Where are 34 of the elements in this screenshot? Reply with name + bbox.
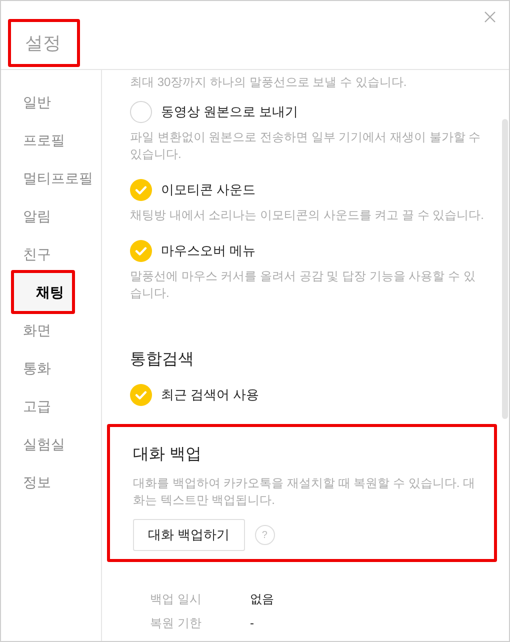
sidebar-item[interactable]: 프로필 bbox=[1, 121, 101, 159]
backup-button[interactable]: 대화 백업하기 bbox=[133, 519, 245, 551]
description-text: 최대 30장까지 하나의 말풍선으로 보낼 수 있습니다. bbox=[130, 74, 408, 91]
option-description: 파일 변환없이 원본으로 전송하면 일부 기기에서 재생이 불가할 수 있습니다. bbox=[130, 129, 482, 163]
option-description: 채팅방 내에서 소리나는 이모티콘의 사운드를 켜고 끌 수 있습니다. bbox=[130, 207, 486, 224]
option-label[interactable]: 이모티콘 사운드 bbox=[161, 180, 256, 200]
detail-value: 없음 bbox=[250, 591, 274, 608]
sidebar-item[interactable]: 친구 bbox=[1, 235, 101, 273]
detail-label: 백업 일시 bbox=[150, 591, 202, 608]
settings-title: 설정 bbox=[8, 19, 80, 67]
scrollbar-thumb[interactable] bbox=[502, 119, 508, 419]
backup-description: 대화를 백업하여 카카오톡을 재설치할 때 복원할 수 있습니다. 대화는 텍스트만 백업됩니다. bbox=[133, 475, 476, 509]
checked-circle-icon[interactable] bbox=[130, 384, 152, 406]
option-label[interactable]: 동영상 원본으로 보내기 bbox=[161, 102, 298, 122]
option-description: 말풍선에 마우스 커서를 올려서 공감 및 답장 기능을 사용할 수 있습니다. bbox=[130, 268, 476, 302]
checked-circle-icon[interactable] bbox=[130, 179, 152, 201]
section-heading: 대화 백업 bbox=[133, 445, 202, 465]
checked-circle-icon[interactable] bbox=[130, 240, 152, 262]
sidebar-item[interactable]: 채팅 bbox=[11, 270, 75, 314]
sidebar-item[interactable]: 화면 bbox=[1, 311, 101, 349]
option-label[interactable]: 마우스오버 메뉴 bbox=[161, 241, 256, 261]
sidebar-item[interactable]: 통화 bbox=[1, 349, 101, 387]
sidebar-item[interactable]: 멀티프로필 bbox=[1, 159, 101, 197]
help-button[interactable]: ? bbox=[254, 525, 275, 545]
detail-label: 복원 기한 bbox=[150, 615, 202, 632]
sidebar-item[interactable]: 고급 bbox=[1, 387, 101, 425]
close-icon[interactable] bbox=[484, 11, 496, 23]
option-label[interactable]: 최근 검색어 사용 bbox=[161, 385, 260, 405]
section-heading: 통합검색 bbox=[130, 350, 195, 370]
detail-value: - bbox=[250, 615, 254, 632]
sidebar-item[interactable]: 정보 bbox=[1, 463, 101, 501]
sidebar-item[interactable]: 실험실 bbox=[1, 425, 101, 463]
sidebar-item[interactable]: 알림 bbox=[1, 197, 101, 235]
sidebar-item[interactable]: 일반 bbox=[1, 83, 101, 121]
